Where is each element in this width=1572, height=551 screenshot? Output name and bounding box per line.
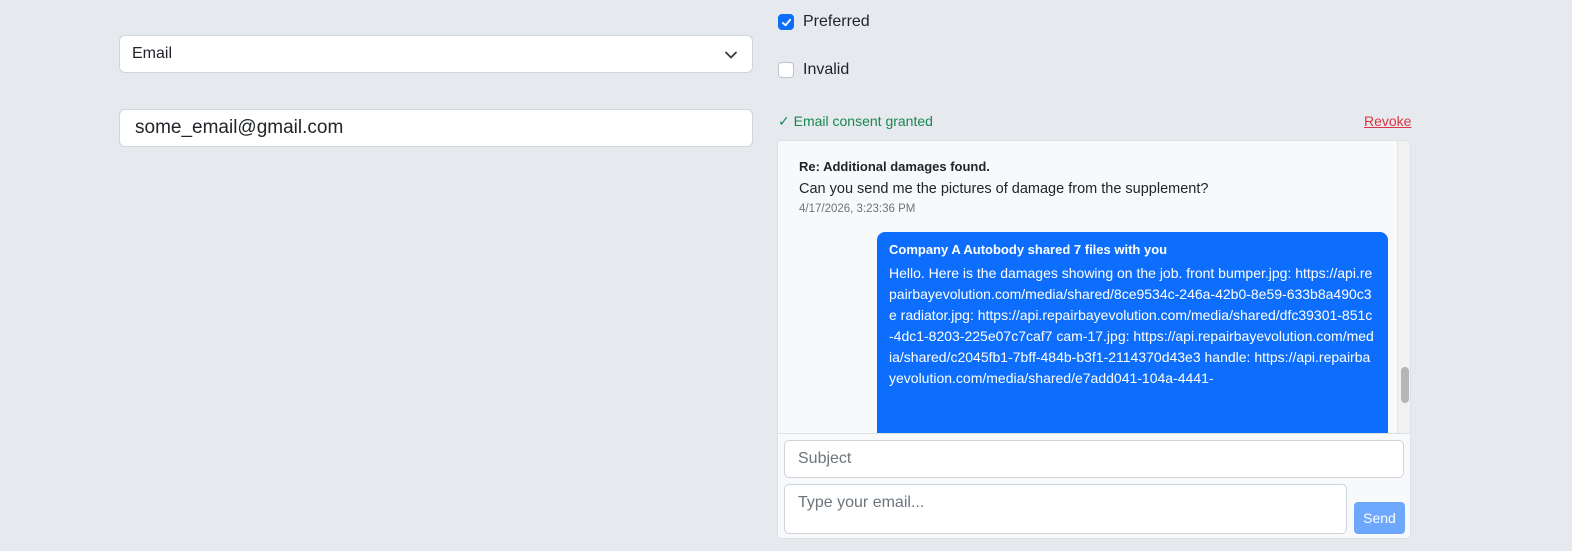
incoming-message-subject: Re: Additional damages found. bbox=[799, 159, 990, 174]
outgoing-message-subject: Company A Autobody shared 7 files with y… bbox=[889, 242, 1168, 257]
compose-area: Send bbox=[778, 433, 1410, 538]
incoming-message-body: Can you send me the pictures of damage f… bbox=[799, 181, 1209, 197]
preferred-checkbox-row[interactable]: Preferred bbox=[778, 13, 870, 31]
checkmark-icon bbox=[781, 18, 791, 26]
message-thread: Re: Additional damages found. Can you se… bbox=[778, 141, 1398, 433]
outgoing-message: Company A Autobody shared 7 files with y… bbox=[877, 232, 1388, 433]
chevron-down-icon bbox=[725, 51, 737, 59]
preferred-label: Preferred bbox=[803, 13, 870, 30]
outgoing-message-body: Hello. Here is the damages showing on th… bbox=[889, 265, 1374, 386]
invalid-checkbox-row[interactable]: Invalid bbox=[778, 61, 849, 79]
thread-scrollbar-thumb[interactable] bbox=[1401, 367, 1409, 403]
email-thread-panel: Re: Additional damages found. Can you se… bbox=[777, 140, 1411, 539]
preferred-checkbox[interactable] bbox=[778, 14, 794, 30]
subject-input[interactable] bbox=[784, 440, 1404, 478]
invalid-label: Invalid bbox=[803, 61, 850, 78]
channel-select-value: Email bbox=[132, 45, 173, 62]
thread-scrollbar[interactable] bbox=[1397, 141, 1410, 433]
channel-select[interactable]: Email bbox=[119, 35, 753, 73]
email-address-field[interactable]: some_email@gmail.com bbox=[119, 109, 753, 147]
email-body-input[interactable] bbox=[784, 484, 1347, 534]
incoming-message: Re: Additional damages found. Can you se… bbox=[799, 159, 1359, 215]
revoke-link[interactable]: Revoke bbox=[1364, 113, 1411, 129]
email-address-value: some_email@gmail.com bbox=[135, 117, 344, 138]
consent-status: ✓ Email consent granted bbox=[778, 113, 933, 129]
incoming-message-timestamp: 4/17/2026, 3:23:36 PM bbox=[799, 203, 916, 215]
invalid-checkbox[interactable] bbox=[778, 62, 794, 78]
send-button[interactable]: Send bbox=[1354, 502, 1405, 534]
